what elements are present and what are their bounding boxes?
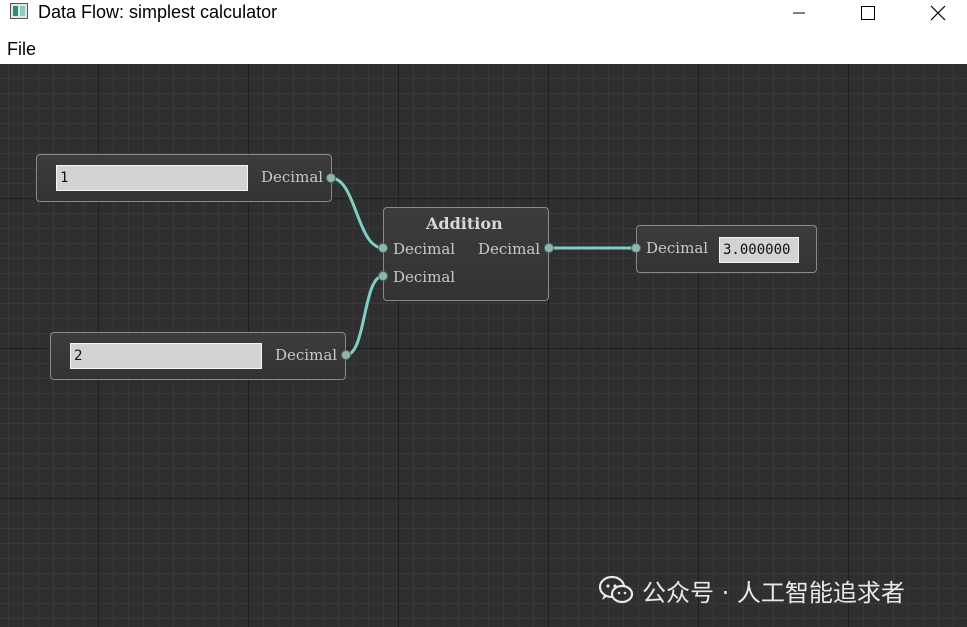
window-title: Data Flow: simplest calculator bbox=[38, 2, 278, 22]
addition-output-label: Decimal bbox=[478, 240, 541, 258]
title-bar: Data Flow: simplest calculator bbox=[0, 0, 967, 26]
addition-input-1-port[interactable] bbox=[378, 243, 388, 253]
addition-node[interactable]: Addition Decimal Decimal Decimal bbox=[383, 207, 549, 301]
maximize-icon bbox=[861, 6, 875, 20]
result-node[interactable]: Decimal 3.000000 bbox=[636, 225, 817, 273]
input-2-field[interactable]: 2 bbox=[70, 343, 262, 369]
flow-canvas[interactable]: 1 Decimal 2 Decimal Addition Decimal Dec… bbox=[0, 64, 967, 627]
addition-input-1-label: Decimal bbox=[393, 240, 456, 258]
input-node-2[interactable]: 2 Decimal bbox=[50, 332, 346, 380]
addition-input-2-label: Decimal bbox=[393, 268, 456, 286]
app-window-icon bbox=[10, 3, 28, 19]
maximize-button[interactable] bbox=[845, 0, 891, 26]
watermark: 公众号 · 人工智能追求者 bbox=[598, 572, 905, 608]
wire-input2-to-addition bbox=[345, 274, 384, 357]
wechat-icon bbox=[598, 575, 634, 604]
minimize-button[interactable] bbox=[776, 0, 822, 26]
input-1-output-port[interactable] bbox=[326, 173, 336, 183]
wire-input1-to-addition bbox=[330, 176, 384, 250]
close-button[interactable] bbox=[915, 0, 961, 26]
result-input-label: Decimal bbox=[646, 239, 709, 257]
input-2-output-port[interactable] bbox=[341, 350, 351, 360]
input-node-1[interactable]: 1 Decimal bbox=[36, 154, 332, 202]
close-icon bbox=[930, 5, 946, 21]
watermark-text: 公众号 · 人工智能追求者 bbox=[642, 578, 905, 607]
addition-input-2-port[interactable] bbox=[378, 271, 388, 281]
addition-output-port[interactable] bbox=[544, 243, 554, 253]
addition-node-title: Addition bbox=[426, 214, 503, 233]
result-input-port[interactable] bbox=[631, 243, 641, 253]
result-value-display: 3.000000 bbox=[719, 237, 799, 263]
input-2-output-label: Decimal bbox=[275, 346, 338, 364]
minimize-icon bbox=[793, 12, 805, 14]
input-1-output-label: Decimal bbox=[261, 168, 324, 186]
menu-file[interactable]: File bbox=[7, 39, 36, 60]
input-1-field[interactable]: 1 bbox=[56, 165, 248, 191]
menu-bar: File bbox=[0, 34, 967, 62]
